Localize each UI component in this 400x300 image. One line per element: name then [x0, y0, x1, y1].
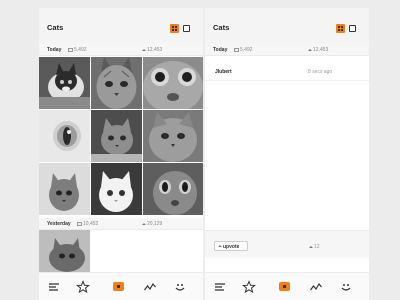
- upvote-button[interactable]: upvote: [214, 241, 248, 251]
- star-icon[interactable]: [76, 280, 90, 294]
- upvote-count: 20,129: [142, 221, 162, 227]
- grid-view-icon[interactable]: [336, 24, 345, 33]
- grid-image[interactable]: [39, 110, 90, 162]
- image-count: 5,492: [68, 47, 87, 53]
- section-day-label: Today: [47, 47, 62, 53]
- section-header-today: Today 5,492 12,453: [39, 44, 203, 56]
- image-icon: [234, 47, 239, 52]
- grid-image[interactable]: [91, 163, 142, 215]
- username: Jlubert: [215, 69, 232, 75]
- tab-bar: [205, 272, 369, 300]
- phone-screen-detail: Cats Today 5,492 12,453 Jlubert 8 secs a…: [205, 8, 369, 300]
- image-icon: [68, 47, 73, 52]
- grid-image[interactable]: [39, 57, 90, 109]
- grid-image[interactable]: [39, 230, 90, 272]
- single-view-icon[interactable]: [349, 25, 356, 32]
- image-count: 10,452: [77, 221, 98, 227]
- section-header-yesterday: Yesterday 10,452 20,129: [39, 218, 203, 230]
- header: Cats: [39, 8, 203, 44]
- list-icon[interactable]: [47, 280, 61, 294]
- section-header-today: Today 5,492 12,453: [205, 44, 369, 56]
- section-day-label: Yesterday: [47, 221, 71, 227]
- upvote-count: 12: [309, 244, 320, 250]
- list-item[interactable]: Jlubert 8 secs ago: [205, 63, 369, 81]
- upvote-icon: [142, 222, 146, 225]
- camera-icon[interactable]: [279, 282, 290, 291]
- grid-image[interactable]: [91, 57, 142, 109]
- grid-image[interactable]: [143, 57, 203, 109]
- smile-icon[interactable]: [173, 280, 187, 294]
- upvote-icon: [309, 245, 313, 248]
- image-count: 5,492: [234, 47, 253, 53]
- grid-image[interactable]: [91, 110, 142, 162]
- upvote-count: 12,453: [308, 47, 328, 53]
- grid-image[interactable]: [143, 110, 203, 162]
- section-day-label: Today: [213, 47, 228, 53]
- upvote-icon: [142, 48, 146, 51]
- upvote-icon: [308, 48, 312, 51]
- camera-icon[interactable]: [113, 282, 124, 291]
- upvote-icon: [218, 245, 222, 247]
- grid-image[interactable]: [39, 163, 90, 215]
- trending-icon[interactable]: [143, 280, 157, 294]
- grid-view-icon[interactable]: [170, 24, 179, 33]
- header: Cats: [205, 8, 369, 44]
- upvote-count: 12,453: [142, 47, 162, 53]
- tab-bar: [39, 272, 203, 300]
- star-icon[interactable]: [242, 280, 256, 294]
- upvote-section: upvote 12: [205, 230, 369, 258]
- timestamp: 8 secs ago: [308, 69, 333, 75]
- single-view-icon[interactable]: [183, 25, 190, 32]
- smile-icon[interactable]: [339, 280, 353, 294]
- page-title: Cats: [213, 23, 230, 32]
- image-icon: [77, 221, 82, 226]
- phone-screen-grid: Cats Today 5,492 12,453 Yesterday 10,452…: [39, 8, 203, 300]
- list-icon[interactable]: [213, 280, 227, 294]
- grid-image[interactable]: [143, 163, 203, 215]
- page-title: Cats: [47, 23, 64, 32]
- trending-icon[interactable]: [309, 280, 323, 294]
